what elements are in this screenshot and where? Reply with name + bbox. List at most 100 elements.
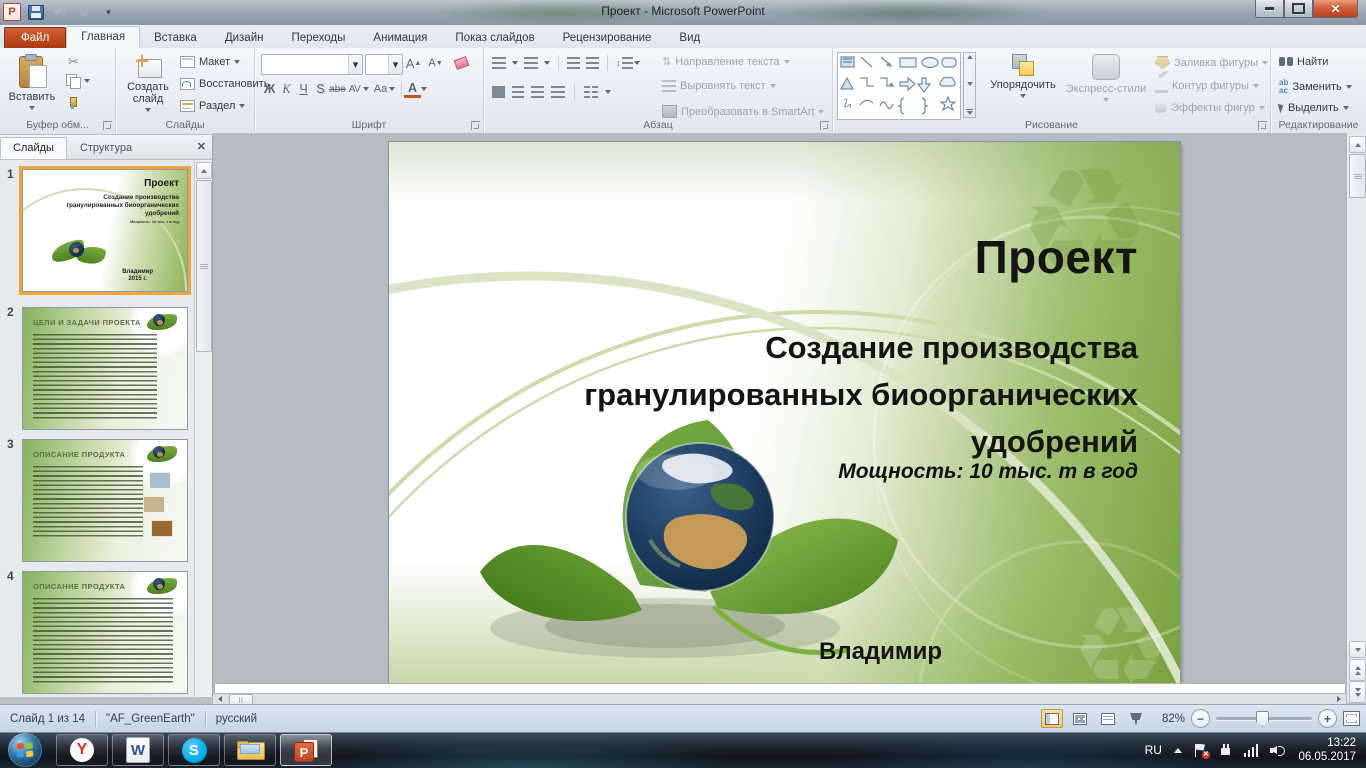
minimize-button[interactable] — [1255, 0, 1284, 18]
language-indicator[interactable]: русский — [206, 713, 267, 725]
tab-insert[interactable]: Вставка — [140, 28, 211, 48]
justify-button[interactable] — [551, 86, 565, 98]
theme-name[interactable]: "AF_GreenEarth" — [96, 713, 205, 725]
character-spacing-button[interactable]: AV — [346, 80, 363, 98]
arrange-button[interactable]: Упорядочить — [985, 50, 1061, 98]
slides-panel-scrollbar[interactable] — [194, 160, 212, 697]
slide-subtitle[interactable]: Создание производства гранулированных би… — [498, 324, 1138, 465]
replace-button[interactable]: ab ac Заменить — [1279, 79, 1352, 95]
align-text-button[interactable]: Выровнять текст — [662, 80, 776, 92]
slide-title[interactable]: Проект — [975, 230, 1138, 284]
increase-indent-button[interactable] — [586, 57, 599, 69]
line-spacing-button[interactable]: ↕ — [616, 57, 640, 69]
tab-slides[interactable]: Слайды — [0, 137, 67, 159]
vertical-scrollbar[interactable] — [1346, 133, 1366, 703]
slideshow-button[interactable] — [1125, 709, 1147, 728]
slide-thumbnail-1[interactable]: Проект Создание производства гранулирова… — [19, 166, 191, 295]
slide-canvas[interactable]: ♻ ♻ Проект Создание производства гранули… — [389, 142, 1180, 683]
slide-sorter-button[interactable] — [1069, 709, 1091, 728]
scroll-left-button[interactable] — [213, 694, 227, 704]
taskbar-skype-button[interactable]: S — [168, 734, 220, 766]
change-case-button[interactable]: Aa — [372, 80, 389, 98]
tab-outline[interactable]: Структура — [67, 137, 145, 159]
decrease-font-button[interactable]: A ▼ — [427, 54, 444, 72]
quick-styles-button[interactable]: Экспресс-стили — [1063, 50, 1149, 102]
restore-button[interactable] — [1284, 0, 1313, 18]
bullets-button[interactable] — [492, 57, 506, 69]
language-switcher[interactable]: RU — [1145, 743, 1162, 757]
notes-pane-collapsed[interactable] — [214, 683, 1346, 694]
paragraph-dialog-launcher[interactable] — [820, 121, 829, 130]
layout-button[interactable]: Макет — [180, 56, 241, 68]
slide-footer-text[interactable]: Владимир — [819, 638, 942, 666]
close-button[interactable]: ✕ — [1313, 0, 1358, 18]
start-button[interactable] — [8, 733, 42, 767]
drawing-dialog-launcher[interactable] — [1258, 121, 1267, 130]
zoom-in-button[interactable]: + — [1318, 709, 1337, 728]
tab-transitions[interactable]: Переходы — [277, 28, 359, 48]
slide-thumbnail-3[interactable]: ОПИСАНИЕ ПРОДУКТА — [22, 439, 188, 562]
shape-outline-button[interactable]: Контур фигуры — [1155, 79, 1259, 93]
next-slide-button[interactable] — [1349, 681, 1366, 703]
clipboard-dialog-launcher[interactable] — [103, 121, 112, 130]
close-pane-button[interactable]: ✕ — [197, 140, 206, 153]
font-color-button[interactable]: А — [404, 80, 421, 98]
align-left-button[interactable] — [492, 86, 505, 98]
zoom-percentage[interactable]: 82% — [1153, 713, 1185, 725]
text-direction-button[interactable]: ⇅ Направление текста — [662, 55, 790, 68]
section-button[interactable]: Раздел — [180, 100, 246, 112]
columns-button[interactable] — [584, 86, 598, 98]
bold-button[interactable]: Ж — [261, 80, 278, 98]
underline-button[interactable]: Ч — [295, 80, 312, 98]
paste-button[interactable]: Вставить — [6, 50, 58, 110]
shape-effects-button[interactable]: Эффекты фигур — [1155, 102, 1265, 114]
taskbar-explorer-button[interactable] — [224, 734, 276, 766]
increase-font-button[interactable]: A ▲ — [405, 54, 422, 72]
zoom-slider-thumb[interactable] — [1256, 711, 1269, 727]
shapes-gallery[interactable] — [837, 52, 961, 120]
font-size-combo[interactable]: ▾ — [365, 54, 403, 75]
copy-button[interactable] — [66, 74, 90, 89]
tab-file[interactable]: Файл — [4, 27, 67, 48]
clock[interactable]: 13:22 06.05.2017 — [1298, 736, 1356, 764]
convert-smartart-button[interactable]: Преобразовать в SmartArt — [662, 105, 825, 118]
scroll-up-button[interactable] — [196, 162, 212, 179]
horizontal-scrollbar[interactable] — [213, 694, 1346, 705]
scroll-down-button[interactable] — [1349, 641, 1366, 658]
previous-slide-button[interactable] — [1349, 659, 1366, 681]
cut-button[interactable]: ✂ — [68, 54, 79, 70]
action-center-icon[interactable]: ✕ — [1194, 743, 1210, 759]
align-center-button[interactable] — [512, 86, 524, 98]
select-button[interactable]: Выделить — [1277, 102, 1349, 114]
shape-fill-button[interactable]: Заливка фигуры — [1155, 56, 1269, 69]
strikethrough-button[interactable]: abe — [329, 80, 346, 98]
scrollbar-thumb[interactable] — [196, 180, 212, 352]
scroll-up-button[interactable] — [1349, 136, 1366, 153]
taskbar-yandex-button[interactable]: Y — [56, 734, 108, 766]
text-shadow-button[interactable]: S — [312, 80, 329, 98]
slide-capacity-text[interactable]: Мощность: 10 тыс. т в год — [838, 460, 1138, 484]
new-slide-button[interactable]: Создать слайд — [120, 50, 176, 112]
tab-review[interactable]: Рецензирование — [549, 28, 666, 48]
scroll-right-button[interactable] — [1332, 694, 1346, 704]
taskbar-word-button[interactable]: W — [112, 734, 164, 766]
tab-home[interactable]: Главная — [66, 26, 141, 48]
network-icon[interactable] — [1243, 743, 1259, 757]
font-dialog-launcher[interactable] — [471, 121, 480, 130]
reading-view-button[interactable] — [1097, 709, 1119, 728]
align-right-button[interactable] — [531, 86, 544, 98]
numbering-button[interactable] — [524, 57, 538, 69]
fit-to-window-button[interactable] — [1343, 711, 1360, 726]
slide-thumbnail-4[interactable]: ОПИСАНИЕ ПРОДУКТА — [22, 571, 188, 694]
normal-view-button[interactable] — [1041, 709, 1063, 728]
italic-button[interactable]: К — [278, 80, 295, 98]
tab-animations[interactable]: Анимация — [359, 28, 441, 48]
zoom-out-button[interactable]: − — [1191, 709, 1210, 728]
scrollbar-thumb[interactable] — [1349, 154, 1366, 198]
tab-design[interactable]: Дизайн — [211, 28, 278, 48]
shapes-gallery-scrollbar[interactable] — [963, 52, 976, 118]
taskbar-powerpoint-button[interactable]: P — [280, 734, 332, 766]
slide-counter[interactable]: Слайд 1 из 14 — [0, 713, 95, 725]
zoom-slider[interactable] — [1216, 711, 1312, 727]
format-painter-button[interactable] — [68, 96, 82, 110]
